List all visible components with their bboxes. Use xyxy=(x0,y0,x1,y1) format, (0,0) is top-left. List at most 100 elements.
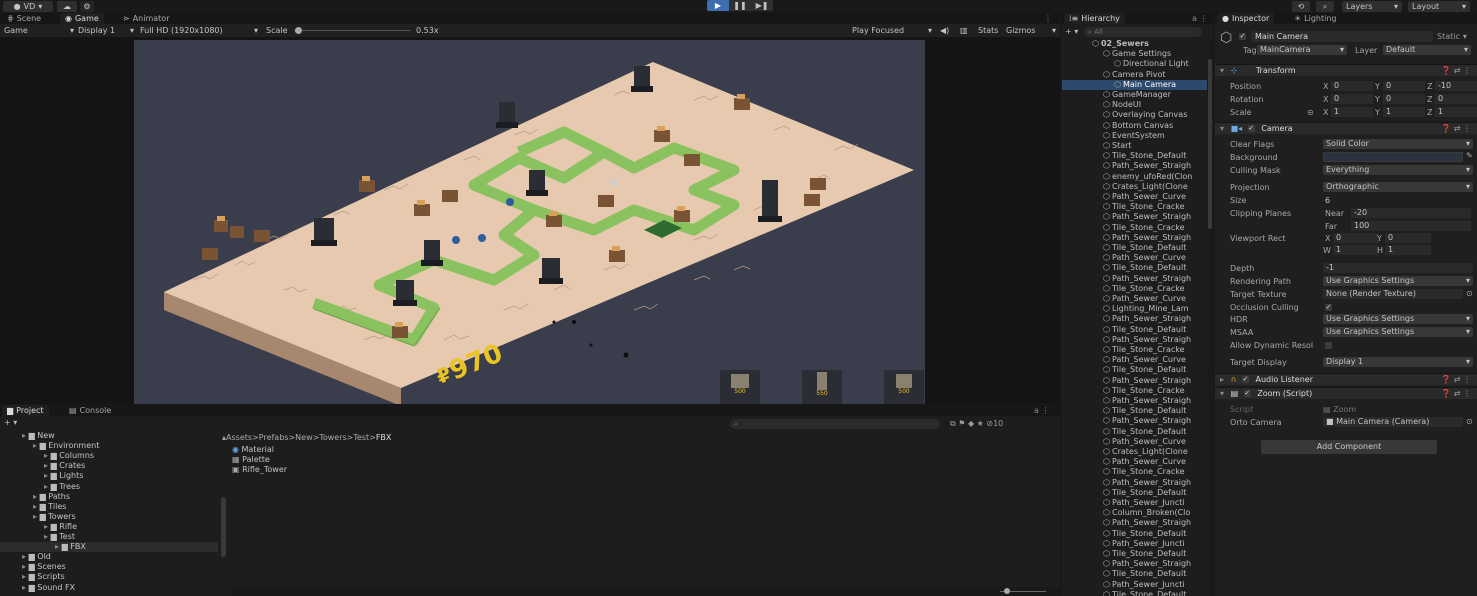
zoom-script-header[interactable]: ▾ ▤ ✓ Zoom (Script) ❓ ⇄ ⋮ xyxy=(1215,387,1477,399)
tab-scene[interactable]: ⋕ Scene xyxy=(2,13,46,24)
hierarchy-item[interactable]: ⬡ Tile_Stone_Cracke xyxy=(1062,284,1207,294)
position-x-field[interactable]: 0 xyxy=(1331,81,1373,91)
position-y-field[interactable]: 0 xyxy=(1383,81,1425,91)
hierarchy-item[interactable]: ⬡ Tile_Stone_Cracke xyxy=(1062,386,1207,396)
stats-button[interactable]: Stats xyxy=(978,26,998,35)
eyedropper-icon[interactable]: ✎ xyxy=(1466,151,1473,160)
rendering-path-dropdown[interactable]: Use Graphics Settings ▾ xyxy=(1323,276,1473,286)
resolution-dropdown[interactable]: Full HD (1920x1080) ▾ xyxy=(140,26,258,35)
hierarchy-item[interactable]: ⬡ Directional Light xyxy=(1062,59,1207,69)
folder-tree-item[interactable]: ▸ ▆ Environment xyxy=(0,441,218,451)
hierarchy-item[interactable]: ⬡ Tile_Stone_Default xyxy=(1062,488,1207,498)
position-z-field[interactable]: -10 xyxy=(1435,81,1477,91)
pause-button[interactable]: ❚❚ xyxy=(729,0,751,11)
hierarchy-item[interactable]: ⬡ Path_Sewer_Straigh xyxy=(1062,396,1207,406)
folder-tree-item[interactable]: ▸ ▆ Columns xyxy=(0,451,218,461)
hierarchy-item[interactable]: ⬡ Path_Sewer_Curve xyxy=(1062,355,1207,365)
projection-dropdown[interactable]: Orthographic ▾ xyxy=(1323,182,1473,192)
file-list-item[interactable]: ▦ Palette xyxy=(232,455,270,464)
hierarchy-item[interactable]: ⬡ Path_Sewer_Straigh xyxy=(1062,314,1207,324)
folder-tree-item[interactable]: ▸ ▆ Test xyxy=(0,532,218,542)
hierarchy-item[interactable]: ⬡ Path_Sewer_Curve xyxy=(1062,192,1207,202)
hierarchy-item[interactable]: ⬡ Tile_Stone_Default xyxy=(1062,243,1207,253)
hierarchy-item[interactable]: ⬡ Path_Sewer_Straigh xyxy=(1062,161,1207,171)
layers-dropdown[interactable]: Layers ▾ xyxy=(1342,1,1402,12)
audio-listener-toggle[interactable]: ✓ xyxy=(1241,376,1249,383)
breadcrumb-item[interactable]: Test xyxy=(353,433,369,442)
viewport-h-field[interactable]: 1 xyxy=(1385,245,1431,255)
hierarchy-item[interactable]: ⬡ Path_Sewer_Straigh xyxy=(1062,233,1207,243)
hierarchy-item[interactable]: ⬡ Tile_Stone_Cracke xyxy=(1062,223,1207,233)
size-field[interactable]: 6 xyxy=(1325,196,1330,205)
hierarchy-item[interactable]: ⬡ Path_Sewer_Straigh xyxy=(1062,376,1207,386)
hierarchy-item[interactable]: ⬡ Camera Pivot xyxy=(1062,70,1207,80)
scale-slider-handle[interactable] xyxy=(295,27,302,34)
object-picker-icon[interactable]: ⊙ xyxy=(1466,417,1473,426)
tab-animator[interactable]: ⋗ Animator xyxy=(118,13,174,24)
folder-tree-item[interactable]: ▸ ▆ Old xyxy=(0,552,218,562)
stats-icon[interactable]: ▥ xyxy=(960,26,968,35)
history-button[interactable]: ⟲ xyxy=(1292,1,1310,12)
clear-flags-dropdown[interactable]: Solid Color ▾ xyxy=(1323,139,1473,149)
occlusion-culling-toggle[interactable]: ✓ xyxy=(1325,303,1332,312)
hierarchy-item[interactable]: ⬡ Tile_Stone_Cracke xyxy=(1062,467,1207,477)
breadcrumb-item[interactable]: New xyxy=(295,433,312,442)
lock-icon[interactable]: a ⋮ xyxy=(1034,406,1049,415)
hierarchy-item[interactable]: ⬡ Path_Sewer_Straigh xyxy=(1062,274,1207,284)
folder-tree-item[interactable]: ▸ ▆ Rifle xyxy=(0,522,218,532)
file-list-item[interactable]: ▣ Rifle_Tower xyxy=(232,465,287,474)
play-button[interactable]: ▶ xyxy=(707,0,729,11)
constrain-proportions-icon[interactable]: ⊝ xyxy=(1307,108,1314,117)
icon-size-slider-handle[interactable] xyxy=(1004,588,1010,594)
layout-dropdown[interactable]: Layout ▾ xyxy=(1408,1,1470,12)
rotation-x-field[interactable]: 0 xyxy=(1331,94,1373,104)
viewport-x-field[interactable]: 0 xyxy=(1333,233,1379,243)
scale-x-label[interactable]: X xyxy=(1323,108,1328,117)
hierarchy-search-input[interactable]: ⌕ All xyxy=(1084,27,1202,37)
display-dropdown[interactable]: Display 1 ▾ xyxy=(78,26,134,35)
depth-field[interactable]: -1 xyxy=(1323,263,1473,273)
hdr-dropdown[interactable]: Use Graphics Settings ▾ xyxy=(1323,314,1473,324)
breadcrumb-item[interactable]: Prefabs xyxy=(259,433,289,442)
background-color-swatch[interactable] xyxy=(1323,152,1463,162)
hierarchy-item[interactable]: ⬡ Tile_Stone_Cracke xyxy=(1062,345,1207,355)
folder-tree-item[interactable]: ▸ ▆ Trees xyxy=(0,482,218,492)
hierarchy-item[interactable]: ⬡ Tile_Stone_Default xyxy=(1062,569,1207,579)
breadcrumb-item[interactable]: Assets xyxy=(226,433,252,442)
object-picker-icon[interactable]: ⊙ xyxy=(1466,289,1473,298)
hierarchy-item[interactable]: ⬡ Main Camera xyxy=(1062,79,1207,90)
create-button[interactable]: + ▾ xyxy=(4,418,17,427)
rotation-y-field[interactable]: 0 xyxy=(1383,94,1425,104)
tab-lighting[interactable]: ☀ Lighting xyxy=(1289,13,1342,24)
scale-z-field[interactable]: 1 xyxy=(1435,107,1477,117)
hierarchy-item[interactable]: ⬡ Path_Sewer_Straigh xyxy=(1062,478,1207,488)
game-mode-dropdown[interactable]: Game ▾ xyxy=(4,26,74,35)
component-menu-icons[interactable]: ❓ ⇄ ⋮ xyxy=(1441,123,1471,134)
camera-header[interactable]: ▾ ■◂ ✓ Camera ❓ ⇄ ⋮ xyxy=(1215,122,1477,134)
hierarchy-item[interactable]: ⬡ EventSystem xyxy=(1062,131,1207,141)
rotation-z-field[interactable]: 0 xyxy=(1435,94,1477,104)
hierarchy-item[interactable]: ⬡ Crates_Light(Clone xyxy=(1062,447,1207,457)
culling-mask-dropdown[interactable]: Everything ▾ xyxy=(1323,165,1473,175)
rotation-z-label[interactable]: Z xyxy=(1427,95,1432,104)
rotation-x-label[interactable]: X xyxy=(1323,95,1328,104)
scale-y-label[interactable]: Y xyxy=(1375,108,1380,117)
folder-tree-item[interactable]: ▸ ▆ New xyxy=(0,431,218,441)
project-search-input[interactable]: ⌕ xyxy=(730,419,940,429)
hierarchy-item[interactable]: ⬡ Tile_Stone_Cracke xyxy=(1062,202,1207,212)
viewport-y-field[interactable]: 0 xyxy=(1385,233,1431,243)
play-focused-dropdown[interactable]: Play Focused ▾ xyxy=(852,26,932,35)
hierarchy-item[interactable]: ⬡ Tile_Stone_Default xyxy=(1062,325,1207,335)
component-menu-icons[interactable]: ❓ ⇄ ⋮ xyxy=(1441,65,1471,76)
cloud-button[interactable]: ☁ xyxy=(57,1,77,12)
viewport-w-field[interactable]: 1 xyxy=(1333,245,1379,255)
hierarchy-item[interactable]: ⬡ Tile_Stone_Default xyxy=(1062,529,1207,539)
near-field[interactable]: -20 xyxy=(1351,208,1471,218)
hierarchy-item[interactable]: ⬡ Tile_Stone_Default xyxy=(1062,590,1207,596)
scale-x-field[interactable]: 1 xyxy=(1331,107,1373,117)
hierarchy-item[interactable]: ⬡ Crates_Light(Clone xyxy=(1062,182,1207,192)
folder-tree-item[interactable]: ▸ ▆ FBX xyxy=(0,542,218,553)
folder-tree-item[interactable]: ▸ ▆ Sound FX xyxy=(0,583,218,593)
zoom-script-toggle[interactable]: ✓ xyxy=(1243,390,1251,397)
hierarchy-item[interactable]: ⬡ NodeUI xyxy=(1062,100,1207,110)
